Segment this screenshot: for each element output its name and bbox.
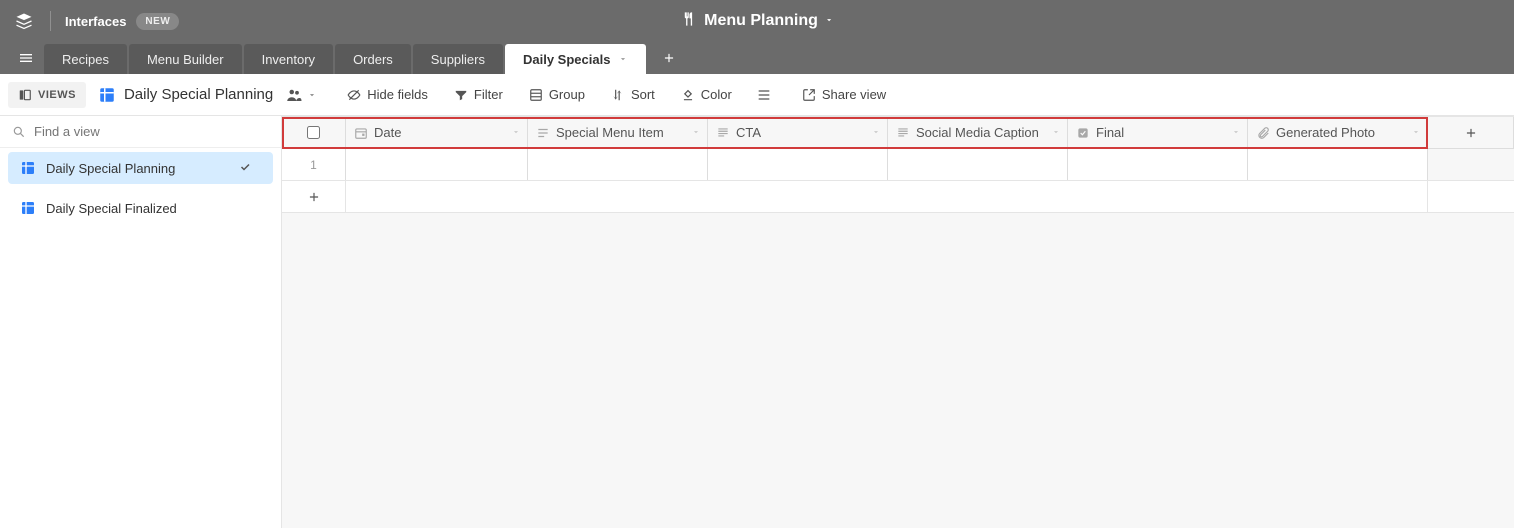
workspace-switcher[interactable]: Menu Planning (680, 11, 834, 32)
add-table-button[interactable] (654, 42, 684, 74)
check-icon (239, 161, 261, 176)
view-toolbar: VIEWS Daily Special Planning Hide fields… (0, 74, 1514, 116)
column-header-social-media-caption[interactable]: Social Media Caption (888, 117, 1068, 148)
column-header-cta[interactable]: CTA (708, 117, 888, 148)
share-people-button[interactable] (279, 82, 323, 108)
cell-special-menu-item[interactable] (528, 149, 708, 180)
sort-button[interactable]: Sort (601, 81, 665, 108)
view-item-daily-special-planning[interactable]: Daily Special Planning (8, 152, 273, 184)
column-header-date[interactable]: Date (346, 117, 528, 148)
main-content: Daily Special Planning Daily Special Fin… (0, 116, 1514, 528)
column-header-select[interactable] (282, 117, 346, 148)
cell-blank (1428, 149, 1514, 180)
cell-generated-photo[interactable] (1248, 149, 1428, 180)
add-row-button[interactable] (282, 181, 346, 212)
add-column-button[interactable] (1428, 117, 1514, 148)
row-number[interactable]: 1 (282, 149, 346, 180)
chevron-down-icon (511, 125, 521, 140)
hamburger-menu-button[interactable] (8, 42, 44, 74)
column-header-generated-photo[interactable]: Generated Photo (1248, 117, 1428, 148)
new-badge: NEW (136, 13, 179, 30)
add-row (282, 181, 1514, 213)
tab-recipes[interactable]: Recipes (44, 44, 127, 74)
view-item-label: Daily Special Planning (46, 161, 175, 176)
workspace-title: Menu Planning (704, 12, 818, 30)
share-view-button[interactable]: Share view (792, 81, 896, 108)
views-sidebar: Daily Special Planning Daily Special Fin… (0, 116, 282, 528)
longtext-icon (896, 126, 910, 140)
cell-final[interactable] (1068, 149, 1248, 180)
column-header-special-menu-item[interactable]: Special Menu Item (528, 117, 708, 148)
view-search[interactable] (0, 116, 281, 148)
group-button[interactable]: Group (519, 81, 595, 108)
filter-button[interactable]: Filter (444, 81, 513, 108)
interfaces-link[interactable]: Interfaces (65, 14, 126, 29)
select-all-checkbox[interactable] (307, 126, 320, 139)
view-search-input[interactable] (34, 124, 269, 139)
grid-icon (20, 200, 36, 216)
tab-suppliers[interactable]: Suppliers (413, 44, 503, 74)
search-icon (12, 125, 26, 139)
chevron-down-icon (1231, 125, 1241, 140)
tab-orders[interactable]: Orders (335, 44, 411, 74)
utensils-icon (680, 11, 696, 32)
chevron-down-icon (1051, 125, 1061, 140)
column-header-final[interactable]: Final (1068, 117, 1248, 148)
chevron-down-icon (691, 125, 701, 140)
view-item-label: Daily Special Finalized (46, 201, 177, 216)
text-icon (536, 126, 550, 140)
add-row-rest (346, 181, 1428, 212)
hide-fields-button[interactable]: Hide fields (337, 81, 438, 108)
topbar: Interfaces NEW Menu Planning (0, 0, 1514, 42)
grid-header-row: Date Special Menu Item CTA Social Media … (282, 116, 1514, 149)
chevron-down-icon (824, 12, 834, 30)
checkbox-icon (1076, 126, 1090, 140)
color-button[interactable]: Color (671, 81, 742, 108)
longtext-icon (716, 126, 730, 140)
tab-daily-specials[interactable]: Daily Specials (505, 44, 646, 74)
app-logo[interactable] (12, 9, 36, 33)
chevron-down-icon (1411, 125, 1421, 140)
row-height-button[interactable] (748, 81, 786, 109)
tables-tabbar: Recipes Menu Builder Inventory Orders Su… (0, 42, 1514, 74)
views-toggle-button[interactable]: VIEWS (8, 82, 86, 108)
data-grid: Date Special Menu Item CTA Social Media … (282, 116, 1514, 528)
cell-cta[interactable] (708, 149, 888, 180)
chevron-down-icon (618, 52, 628, 67)
grid-icon (20, 160, 36, 176)
table-row[interactable]: 1 (282, 149, 1514, 181)
chevron-down-icon (871, 125, 881, 140)
cell-date[interactable] (346, 149, 528, 180)
cell-social-caption[interactable] (888, 149, 1068, 180)
tab-menu-builder[interactable]: Menu Builder (129, 44, 242, 74)
calendar-icon (354, 126, 368, 140)
view-item-daily-special-finalized[interactable]: Daily Special Finalized (8, 192, 273, 224)
attachment-icon (1256, 126, 1270, 140)
view-title[interactable]: Daily Special Planning (98, 86, 273, 104)
divider (50, 11, 51, 31)
tab-inventory[interactable]: Inventory (244, 44, 333, 74)
